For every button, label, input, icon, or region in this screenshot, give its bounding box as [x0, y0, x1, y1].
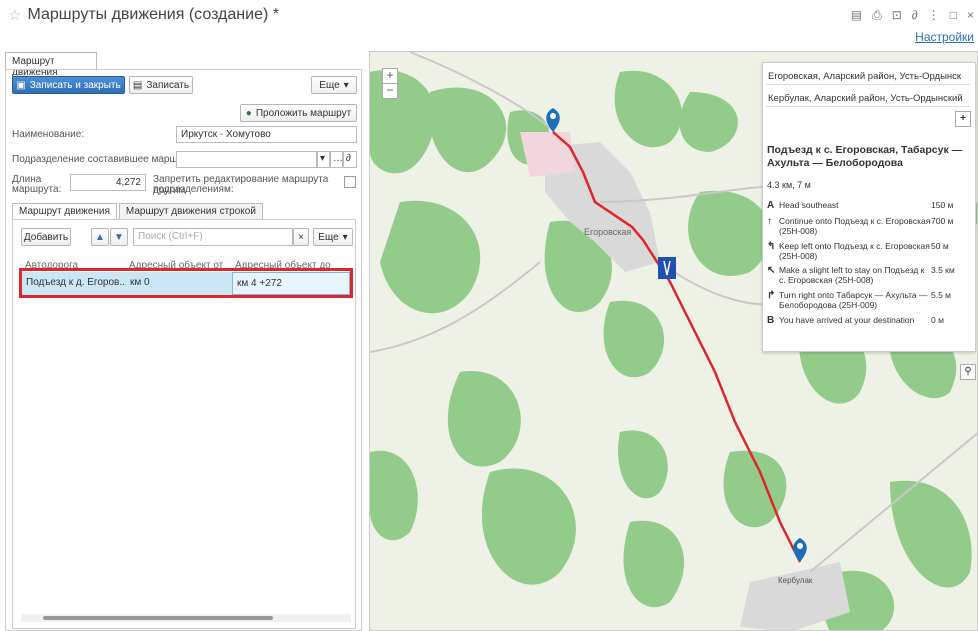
print-icon[interactable]: ⎙	[872, 8, 882, 23]
division-label: Подразделение составившее маршрут:	[12, 154, 196, 165]
close-icon[interactable]: ×	[967, 8, 974, 23]
tab-route[interactable]: Маршрут движения	[5, 52, 97, 78]
direction-step: ↰ Keep left onto Подъезд к с. Егоровская …	[767, 241, 949, 261]
disk-icon: ▤	[132, 79, 143, 91]
slight-left-icon: ↖	[767, 265, 776, 276]
save-button[interactable]: ▤ Записать	[129, 76, 193, 94]
direction-step: B You have arrived at your destination 0 м	[767, 315, 944, 326]
route-table-panel: Добавить ▲ ▼ Поиск (Ctrl+F) × Еще ▾ Автод…	[12, 219, 356, 629]
direction-step: ↖ Make a slight left to stay on Подъезд к…	[767, 265, 955, 285]
build-route-button[interactable]: ● Проложить маршрут	[240, 104, 357, 122]
chevron-down-icon: ▾	[342, 231, 348, 243]
save-icon: ▣	[16, 79, 26, 91]
open-link-icon[interactable]: ∂	[343, 151, 357, 168]
name-field[interactable]: Иркутск - Хомутово	[176, 126, 357, 143]
scrollbar-thumb[interactable]	[43, 616, 273, 620]
to-location-input[interactable]: Кербулак, Аларский район, Усть-Ордынский	[766, 90, 970, 107]
route-title: Подъезд к с. Егоровская, Табарсук — Ахул…	[767, 144, 963, 169]
maximize-icon[interactable]: □	[950, 8, 957, 23]
settings-link[interactable]: Настройки	[915, 30, 974, 44]
village-label-kerbulak: Кербулак	[778, 576, 813, 585]
turn-right-icon: ↱	[767, 290, 776, 301]
highlight-box	[19, 268, 353, 298]
preview-icon[interactable]: ⊡	[892, 8, 902, 23]
forbid-edit-checkbox[interactable]	[344, 176, 356, 188]
route-map[interactable]: Егоровская Кербулак + − Егоровская, Алар…	[369, 51, 978, 631]
window-title: ☆ Маршруты движения (создание) *	[8, 6, 279, 24]
end-point-icon: B	[767, 315, 775, 326]
favorite-star-icon[interactable]: ☆	[8, 6, 21, 24]
start-point-icon: A	[767, 200, 775, 211]
save-icon[interactable]: ▤	[851, 8, 862, 23]
add-button[interactable]: Добавить	[21, 228, 71, 246]
zoom-in-button[interactable]: +	[382, 68, 398, 84]
save-and-close-button[interactable]: ▣ Записать и закрыть	[12, 76, 125, 94]
link-icon[interactable]: ∂	[912, 8, 918, 23]
globe-icon: ●	[245, 107, 252, 119]
tab-route-movement-string[interactable]: Маршрут движения строкой	[118, 203, 263, 220]
name-label: Наименование:	[12, 129, 85, 140]
route-summary: 4.3 км, 7 м	[767, 180, 811, 190]
add-waypoint-button[interactable]: +	[955, 111, 971, 127]
division-dropdown-button[interactable]: ▾	[317, 151, 330, 168]
length-field[interactable]: 4,272	[70, 174, 146, 191]
search-icon[interactable]: ⚲	[960, 364, 976, 380]
village-label-egorovskaya: Егоровская	[584, 227, 632, 237]
direction-step: ↑ Continue onto Подъезд к с. Егоровская (…	[767, 216, 954, 236]
length-label-2: маршрута:	[12, 184, 62, 195]
tab-route-movement[interactable]: Маршрут движения	[12, 203, 117, 220]
forbid-edit-label-2: подразделениям:	[153, 184, 234, 195]
highway-sign	[658, 257, 676, 279]
keep-left-icon: ↰	[767, 241, 776, 252]
subtabs: Маршрут движения Маршрут движения строко…	[12, 203, 265, 220]
search-input[interactable]: Поиск (Ctrl+F)	[133, 228, 293, 246]
from-location-input[interactable]: Егоровская, Аларский район, Усть-Ордынск	[766, 68, 970, 85]
more-vertical-icon[interactable]: ⋮	[928, 8, 940, 23]
chevron-down-icon: ▾	[343, 79, 349, 91]
direction-step: A Head southeast 150 м	[767, 200, 954, 211]
division-select-button[interactable]: …	[330, 151, 343, 168]
straight-arrow-icon: ↑	[767, 216, 772, 227]
move-up-icon[interactable]: ▲	[91, 228, 109, 246]
division-field[interactable]	[176, 151, 317, 168]
more-button[interactable]: Еще ▾	[311, 76, 357, 94]
window-controls: ▤ ⎙ ⊡ ∂ ⋮ □ ×	[851, 8, 974, 23]
direction-step: ↱ Turn right onto Табарсук — Ахульта — Бе…	[767, 290, 952, 310]
page-title: Маршруты движения (создание) *	[27, 6, 279, 23]
zoom-out-button[interactable]: −	[382, 83, 398, 99]
clear-search-icon[interactable]: ×	[293, 228, 309, 246]
move-down-icon[interactable]: ▼	[110, 228, 128, 246]
grid-more-button[interactable]: Еще ▾	[313, 228, 353, 246]
horizontal-scrollbar[interactable]	[21, 614, 351, 622]
directions-panel: Егоровская, Аларский район, Усть-Ордынск…	[762, 62, 976, 352]
